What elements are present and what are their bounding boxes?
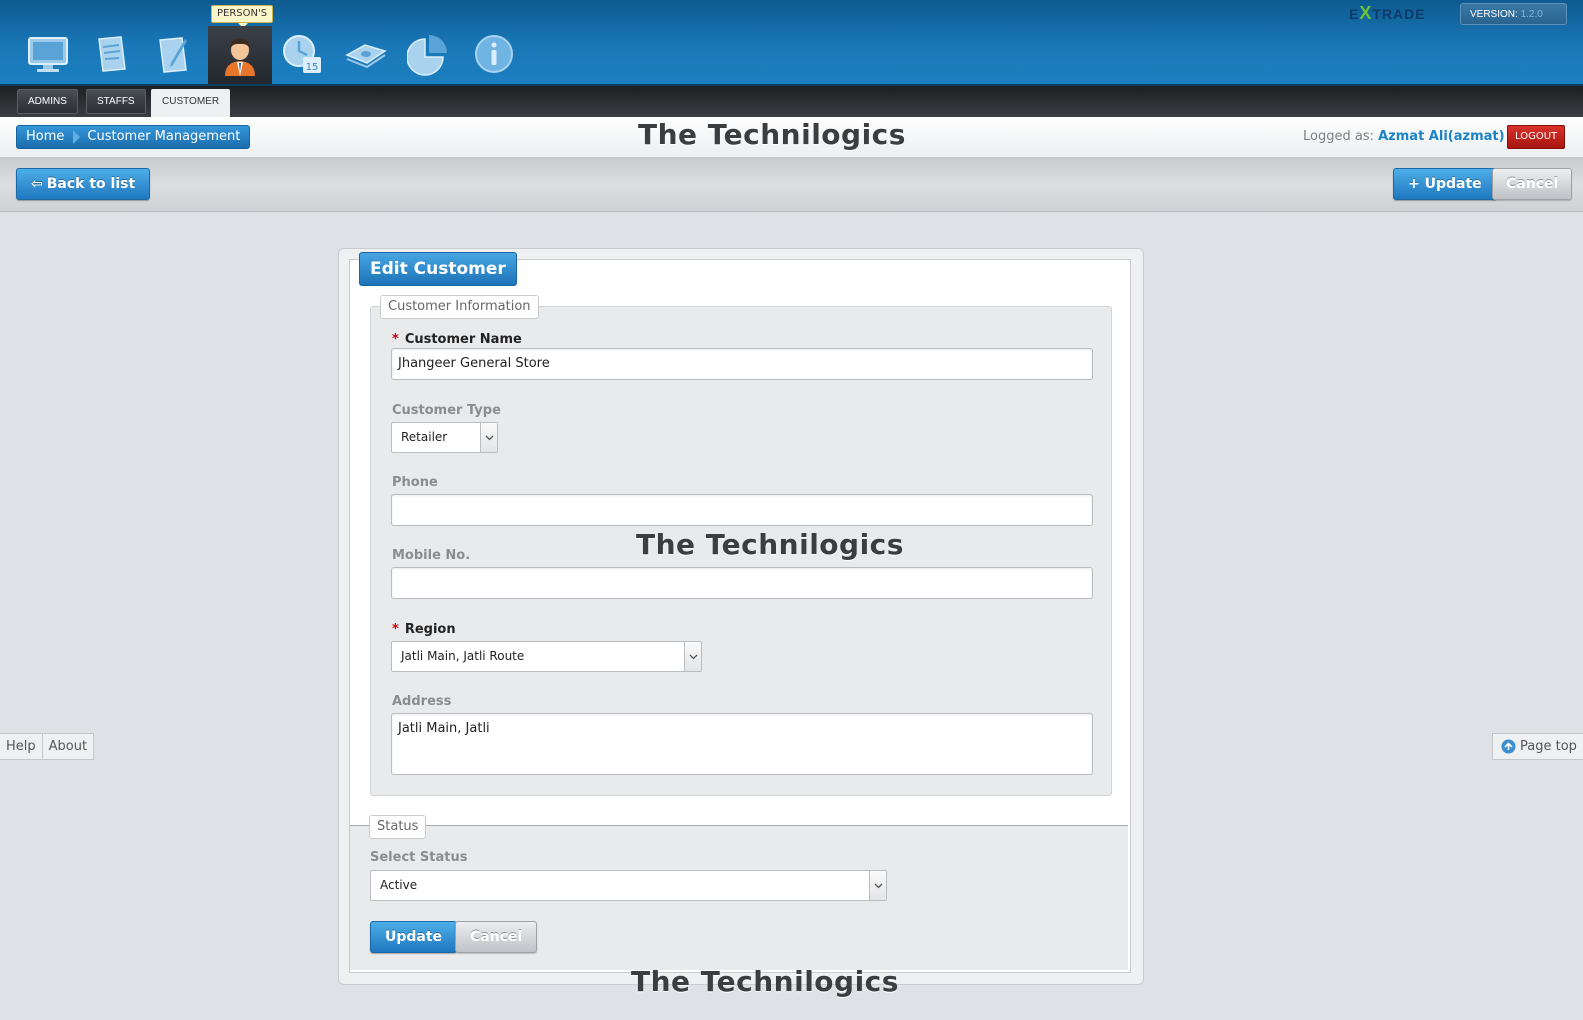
version-badge: VERSION: 1.2.0 [1460, 3, 1567, 25]
money-icon[interactable] [342, 30, 390, 78]
form-title: Edit Customer [359, 252, 517, 286]
customer-type-label: Customer Type [392, 403, 501, 418]
logged-in-info: Logged as: Azmat Ali(azmat) [1303, 129, 1505, 144]
back-arrow-icon: ⇦ [31, 176, 43, 192]
logged-user[interactable]: Azmat Ali(azmat) [1378, 129, 1504, 144]
cancel-button[interactable]: Cancel [455, 921, 538, 953]
customer-name-label: * Customer Name [392, 332, 522, 347]
logged-as-label: Logged as: [1303, 129, 1374, 144]
back-to-list-button[interactable]: ⇦ Back to list [16, 168, 151, 200]
chevron-down-icon [480, 423, 497, 452]
page-top-link[interactable]: Page top [1492, 733, 1583, 760]
page-title: The Technilogics [638, 118, 906, 151]
customer-type-select[interactable]: Retailer [391, 422, 498, 453]
region-label: * Region [392, 622, 456, 637]
watermark-text: The Technilogics [636, 528, 904, 561]
section-legend-customer-information: Customer Information [380, 295, 539, 319]
select-status-label: Select Status [370, 850, 468, 865]
toolbar-update-button[interactable]: + Update [1393, 168, 1497, 200]
brand-logo: EXTRADE [1349, 3, 1426, 23]
document-edit-icon[interactable] [88, 30, 136, 78]
region-select[interactable]: Jatli Main, Jatli Route [391, 641, 702, 672]
toolbar-cancel-button[interactable]: Cancel [1492, 168, 1573, 200]
help-about-tabs: Help About [0, 733, 95, 760]
tab-customer[interactable]: CUSTOMER [151, 89, 231, 119]
person-icon[interactable] [208, 26, 272, 84]
mobile-input[interactable] [391, 567, 1093, 599]
active-module-tooltip: PERSON'S [211, 5, 274, 28]
tab-staffs[interactable]: STAFFS [86, 89, 146, 114]
chevron-down-icon [684, 642, 701, 671]
customer-name-input[interactable]: Jhangeer General Store [391, 348, 1093, 380]
about-link[interactable]: About [41, 734, 93, 759]
breadcrumb-home[interactable]: Home [17, 126, 81, 148]
svg-text:15: 15 [306, 62, 319, 73]
tab-admins[interactable]: ADMINS [17, 89, 78, 114]
section-legend-status: Status [369, 815, 427, 839]
header-band: Home Customer Management The Technilogic… [0, 117, 1583, 158]
phone-input[interactable] [391, 494, 1093, 526]
logout-button[interactable]: LOGOUT [1507, 125, 1566, 149]
help-link[interactable]: Help [0, 734, 42, 759]
breadcrumb: Home Customer Management [16, 125, 251, 149]
address-label: Address [392, 694, 452, 709]
breadcrumb-customer-management[interactable]: Customer Management [78, 126, 249, 148]
monitor-icon[interactable] [24, 30, 72, 78]
address-textarea[interactable]: Jatli Main, Jatli [391, 713, 1093, 775]
pie-chart-icon[interactable] [406, 30, 454, 78]
sub-tab-bar: ADMINS STAFFS CUSTOMER [0, 86, 1583, 119]
status-select[interactable]: Active [370, 870, 887, 901]
document-pen-icon[interactable] [150, 30, 198, 78]
info-icon[interactable] [470, 30, 518, 78]
update-button[interactable]: Update [370, 921, 458, 953]
mobile-label: Mobile No. [392, 548, 471, 563]
action-toolbar: ⇦ Back to list + Update Cancel [0, 157, 1583, 212]
top-module-bar: PERSON'S 15 EXTRADE VERSION: 1.2.0 [0, 0, 1583, 86]
chevron-down-icon [869, 871, 886, 900]
arrow-up-circle-icon [1501, 739, 1516, 754]
watermark-text-bottom: The Technilogics [631, 965, 899, 998]
calendar-clock-icon[interactable]: 15 [278, 30, 326, 78]
phone-label: Phone [392, 475, 438, 490]
